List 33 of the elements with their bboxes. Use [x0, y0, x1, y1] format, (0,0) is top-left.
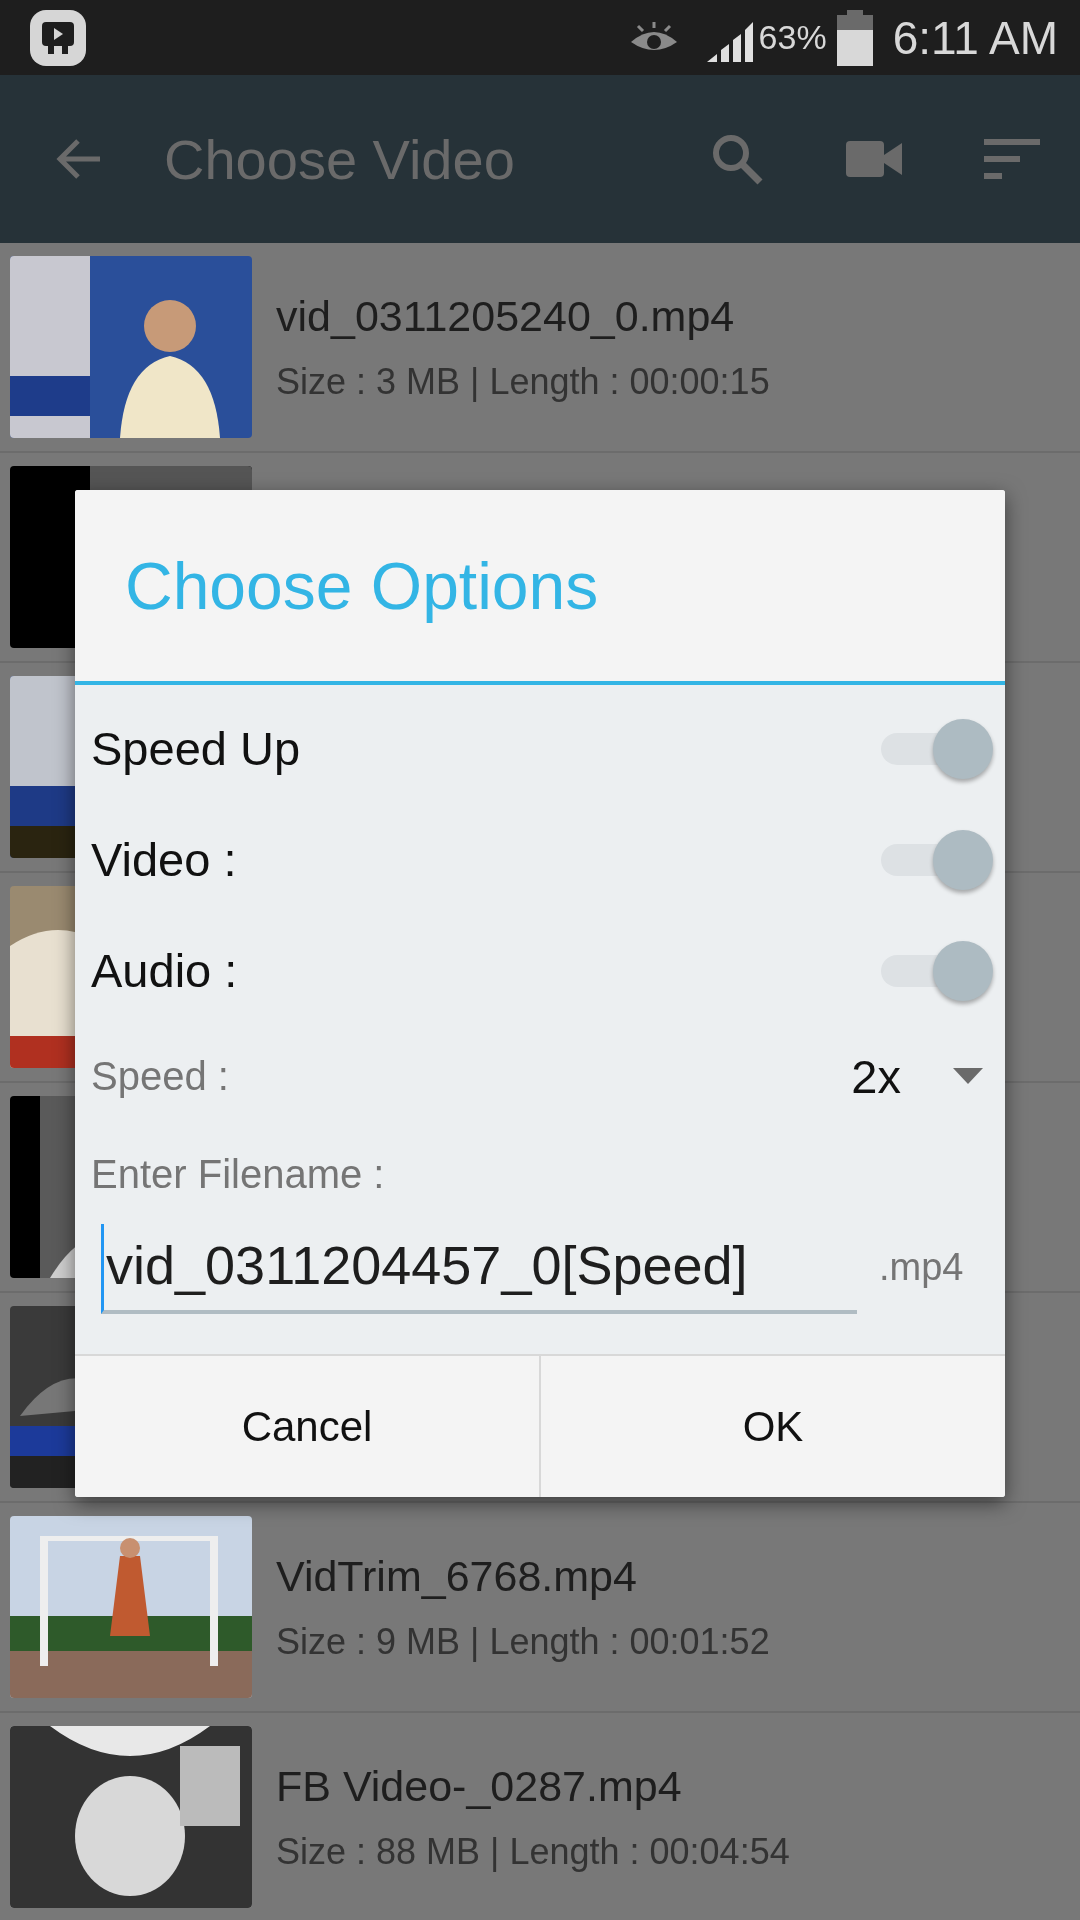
file-extension: .mp4 [879, 1246, 964, 1289]
video-list-item[interactable]: FB Video-_0287.mp4 Size : 88 MB | Length : 00:04:54 [0, 1713, 1080, 1920]
option-label: Audio : [91, 943, 238, 998]
toggle-switch[interactable] [881, 940, 993, 1001]
video-filename: vid_0311205240_0.mp4 [276, 291, 736, 341]
search-icon[interactable] [710, 132, 764, 186]
video-details: Size : 9 MB | Length : 00:01:52 [276, 1620, 770, 1663]
dialog-button[interactable]: OK [539, 1356, 1005, 1497]
battery-percent: 63% [758, 18, 827, 57]
option-label: Video : [91, 832, 237, 887]
video-details: Size : 3 MB | Length : 00:00:15 [276, 360, 770, 403]
video-list-item[interactable]: vid_0311205240_0.mp4 Size : 3 MB | Length : 00:00:15 [0, 243, 1080, 453]
filename-label: Enter Filename : [91, 1151, 385, 1197]
dialog-title: Choose Options [75, 490, 1005, 685]
video-filename: FB Video-_0287.mp4 [276, 1761, 683, 1811]
toggle-switch[interactable] [881, 718, 993, 779]
battery-icon [836, 9, 873, 66]
filename-field[interactable]: vid_0311204457_0[Speed] [101, 1224, 857, 1314]
video-details: Size : 88 MB | Length : 00:04:54 [276, 1830, 790, 1873]
sort-icon[interactable] [984, 139, 1040, 179]
toggle-switch[interactable] [881, 829, 993, 890]
speed-dropdown[interactable]: 2x [851, 1048, 993, 1104]
app-icon[interactable] [28, 7, 88, 68]
back-arrow-icon[interactable] [56, 137, 102, 181]
video-camera-icon[interactable] [846, 141, 902, 177]
caret-icon [953, 1068, 983, 1084]
video-filename: VidTrim_6768.mp4 [276, 1551, 638, 1601]
video-list-item[interactable]: VidTrim_6768.mp4 Size : 9 MB | Length : 00:01:52 [0, 1503, 1080, 1713]
dialog-button[interactable]: Cancel [75, 1356, 539, 1497]
clock-time: 6:11 AM [892, 10, 1058, 65]
option-label: Speed Up [91, 721, 301, 776]
screen-title: Choose Video [164, 126, 516, 192]
speed-label: Speed : [91, 1053, 230, 1099]
